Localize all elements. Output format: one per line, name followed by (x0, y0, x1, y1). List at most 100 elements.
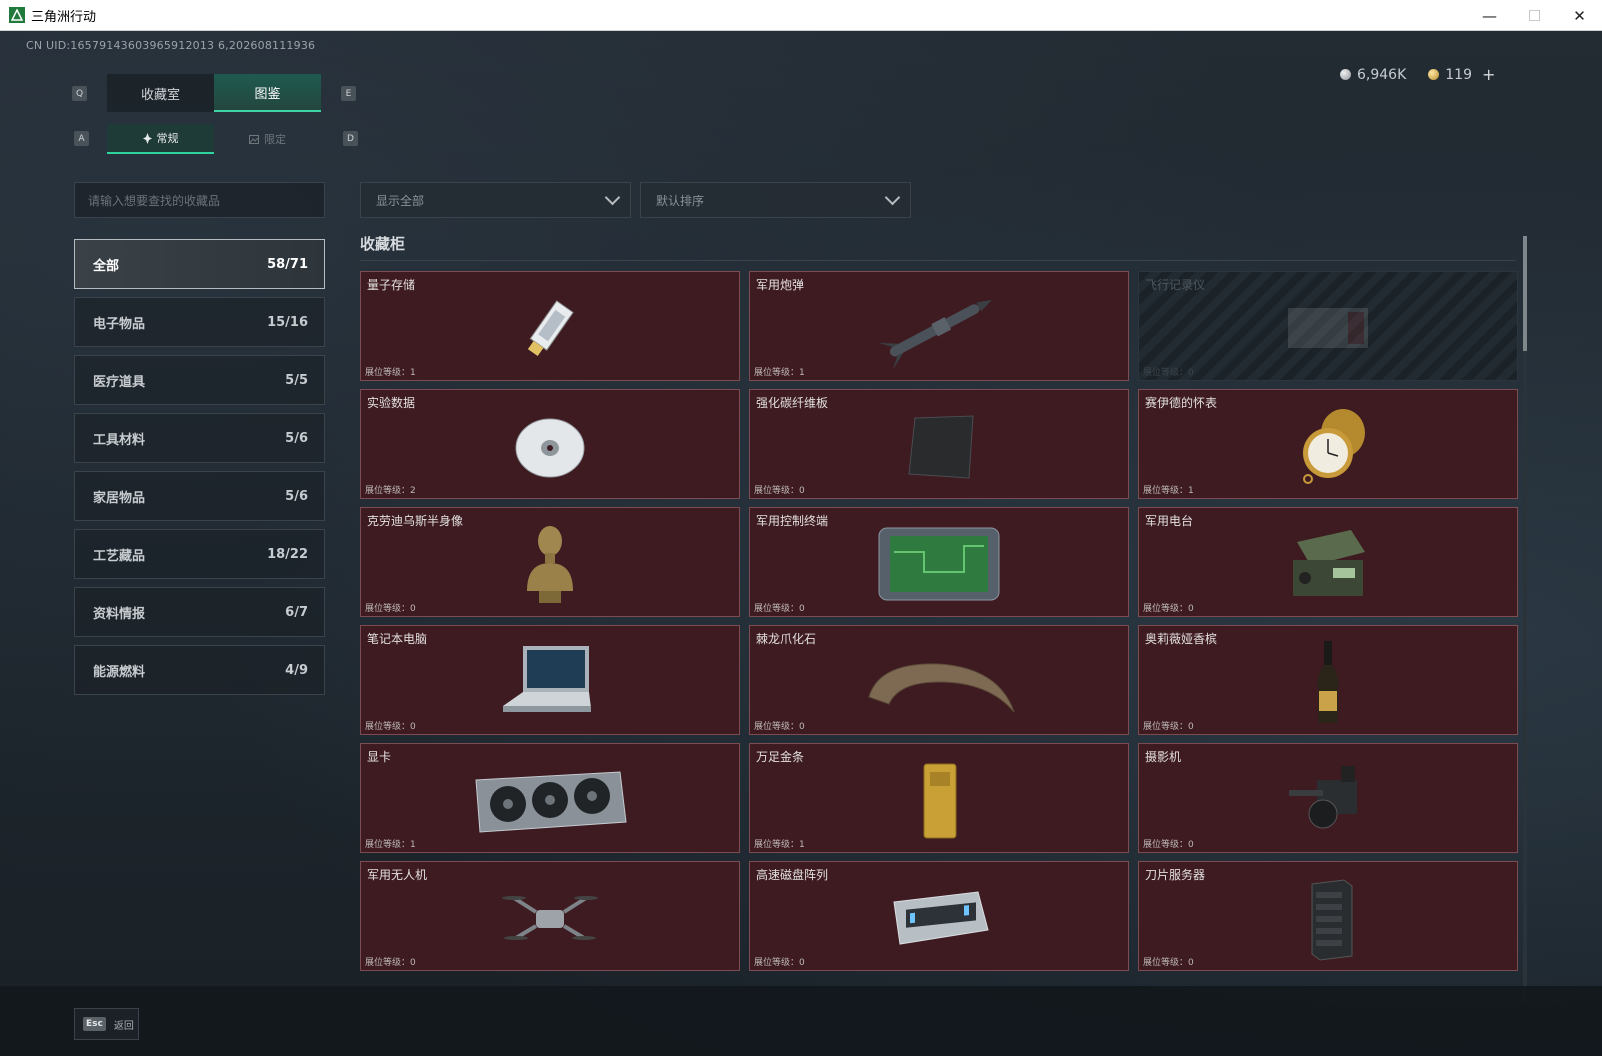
category-crafts[interactable]: 工艺藏品 18/22 (74, 529, 325, 579)
sort-dropdown[interactable]: 默认排序 (640, 182, 911, 218)
item-level: 展位等级：0 (1143, 958, 1194, 968)
key-hint-e: E (341, 86, 356, 101)
claw-fossil-icon (854, 637, 1024, 727)
category-electronics[interactable]: 电子物品 15/16 (74, 297, 325, 347)
category-list: 全部 58/71 电子物品 15/16 医疗道具 5/5 工具材料 5/6 家居… (74, 239, 325, 703)
gold-amount: 119 (1445, 66, 1472, 83)
item-level: 展位等级：0 (1143, 840, 1194, 850)
item-card[interactable]: 军用无人机 展位等级：0 (360, 861, 740, 971)
item-card[interactable]: 高速磁盘阵列 展位等级：0 (749, 861, 1129, 971)
item-card[interactable]: 棘龙爪化石 展位等级：0 (749, 625, 1129, 735)
gpu-icon (465, 755, 635, 845)
item-card-locked[interactable]: 飞行记录仪 展位等级：0 (1138, 271, 1518, 381)
filter-dropdown-value: 显示全部 (376, 193, 425, 208)
item-card[interactable]: 刀片服务器 展位等级：0 (1138, 861, 1518, 971)
item-card[interactable]: 赛伊德的怀表 展位等级：1 (1138, 389, 1518, 499)
section-divider (360, 260, 1516, 261)
item-name: 奥莉薇娅香槟 (1145, 632, 1218, 646)
item-card[interactable]: 军用电台 展位等级：0 (1138, 507, 1518, 617)
sort-dropdown-value: 默认排序 (656, 193, 705, 208)
esc-key-hint: Esc (83, 1017, 106, 1031)
app-logo-icon (9, 7, 25, 23)
silver-currency: 6,946K (1340, 67, 1406, 83)
item-card[interactable]: 摄影机 展位等级：0 (1138, 743, 1518, 853)
item-level: 展位等级：0 (754, 486, 805, 496)
category-count: 18/22 (267, 546, 308, 562)
item-name: 显卡 (367, 750, 392, 764)
carbon-plate-icon (854, 401, 1024, 491)
item-card[interactable]: 笔记本电脑 展位等级：0 (360, 625, 740, 735)
item-card[interactable]: 实验数据 展位等级：2 (360, 389, 740, 499)
item-name: 高速磁盘阵列 (756, 868, 829, 882)
disc-icon (465, 401, 635, 491)
sub-tabs: 常规 限定 (107, 124, 321, 154)
item-name: 实验数据 (367, 396, 416, 410)
item-grid: 量子存储 展位等级：1 军用炮弹 展位等级：1 飞行记录仪 展位等级：0 实验数… (360, 271, 1518, 1001)
item-name: 万足金条 (756, 750, 805, 764)
item-card[interactable]: 量子存储 展位等级：1 (360, 271, 740, 381)
item-level: 展位等级：0 (1143, 722, 1194, 732)
item-card[interactable]: 强化碳纤维板 展位等级：0 (749, 389, 1129, 499)
category-label: 工具材料 (93, 432, 146, 448)
scrollbar-thumb[interactable] (1523, 236, 1527, 351)
maximize-button[interactable]: ☐ (1512, 0, 1557, 31)
item-card[interactable]: 万足金条 展位等级：1 (749, 743, 1129, 853)
search-input[interactable]: 请输入想要查找的收藏品 (74, 182, 325, 218)
item-card[interactable]: 显卡 展位等级：1 (360, 743, 740, 853)
close-button[interactable]: ✕ (1557, 0, 1602, 31)
tab-limited[interactable]: 限定 (214, 124, 321, 154)
filter-dropdown[interactable]: 显示全部 (360, 182, 631, 218)
tab-collection-room[interactable]: 收藏室 (107, 74, 214, 112)
item-name: 摄影机 (1145, 750, 1182, 764)
tab-regular[interactable]: 常规 (107, 124, 214, 154)
grid-scrollbar[interactable] (1523, 236, 1527, 1006)
item-level: 展位等级：1 (365, 368, 416, 378)
silver-coin-icon (1340, 69, 1351, 80)
category-label: 医疗道具 (93, 374, 146, 390)
category-medical[interactable]: 医疗道具 5/5 (74, 355, 325, 405)
item-level: 展位等级：0 (754, 722, 805, 732)
category-all[interactable]: 全部 58/71 (74, 239, 325, 289)
category-label: 资料情报 (93, 606, 146, 622)
minimize-button[interactable]: — (1467, 0, 1512, 31)
category-count: 58/71 (267, 256, 308, 272)
item-name: 军用控制终端 (756, 514, 829, 528)
window-titlebar: 三角洲行动 — ☐ ✕ (0, 0, 1602, 31)
category-intel[interactable]: 资料情报 6/7 (74, 587, 325, 637)
add-currency-button[interactable]: + (1482, 65, 1495, 84)
item-name: 刀片服务器 (1145, 868, 1206, 882)
control-terminal-icon (854, 519, 1024, 609)
category-label: 能源燃料 (93, 664, 146, 680)
champagne-icon (1243, 637, 1413, 727)
tab-catalog[interactable]: 图鉴 (214, 74, 321, 112)
item-name: 强化碳纤维板 (756, 396, 829, 410)
gold-currency: 119 + (1428, 65, 1495, 84)
category-label: 家居物品 (93, 490, 146, 506)
item-level: 展位等级：0 (754, 604, 805, 614)
category-energy[interactable]: 能源燃料 4/9 (74, 645, 325, 695)
category-count: 6/7 (285, 604, 308, 620)
item-level: 展位等级：0 (1143, 604, 1194, 614)
item-level: 展位等级：0 (754, 958, 805, 968)
category-household[interactable]: 家居物品 5/6 (74, 471, 325, 521)
item-level: 展位等级：0 (365, 604, 416, 614)
item-card[interactable]: 军用控制终端 展位等级：0 (749, 507, 1129, 617)
item-card[interactable]: 奥莉薇娅香槟 展位等级：0 (1138, 625, 1518, 735)
category-count: 5/6 (285, 430, 308, 446)
item-level: 展位等级：0 (365, 722, 416, 732)
category-tools[interactable]: 工具材料 5/6 (74, 413, 325, 463)
item-card[interactable]: 克劳迪乌斯半身像 展位等级：0 (360, 507, 740, 617)
item-name: 赛伊德的怀表 (1145, 396, 1218, 410)
window-title: 三角洲行动 (31, 9, 97, 25)
drone-icon (465, 873, 635, 963)
item-name: 棘龙爪化石 (756, 632, 817, 646)
item-level: 展位等级：0 (1143, 368, 1194, 378)
item-name: 军用无人机 (367, 868, 428, 882)
back-button[interactable]: Esc 返回 (74, 1008, 139, 1040)
bottom-bar: Esc 返回 (0, 986, 1602, 1056)
category-label: 电子物品 (93, 316, 146, 332)
key-hint-d: D (343, 131, 358, 146)
item-card[interactable]: 军用炮弹 展位等级：1 (749, 271, 1129, 381)
image-icon (249, 134, 259, 144)
item-level: 展位等级：1 (1143, 486, 1194, 496)
